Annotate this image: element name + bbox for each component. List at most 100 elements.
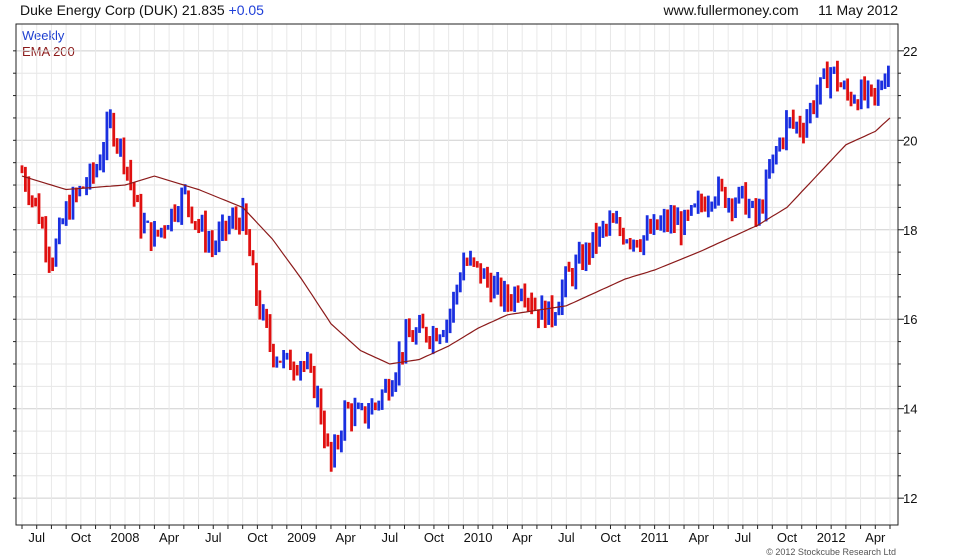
price-bar — [421, 313, 425, 329]
price-bar — [40, 216, 44, 229]
price-bar — [414, 327, 418, 345]
price-bar — [278, 360, 282, 363]
price-bar — [221, 214, 224, 242]
price-bar — [700, 193, 703, 213]
price-bar — [632, 239, 635, 252]
price-bar — [95, 163, 99, 178]
price-bar — [761, 199, 765, 214]
price-bar — [343, 400, 347, 441]
price-bar — [683, 209, 686, 236]
price-bar — [472, 257, 476, 267]
price-bar — [713, 196, 717, 209]
price-bar — [689, 205, 693, 216]
price-bar — [170, 208, 173, 232]
price-bar — [503, 280, 506, 312]
price-bar — [812, 100, 816, 115]
price-bar — [27, 176, 31, 206]
price-bar — [836, 60, 839, 92]
price-bar — [734, 197, 737, 219]
price-bar — [248, 229, 252, 257]
price-bar — [231, 207, 235, 229]
price-bar — [832, 66, 836, 74]
price-bar — [309, 353, 313, 373]
price-bar — [241, 197, 245, 232]
price-bar — [268, 314, 272, 353]
price-bar — [397, 341, 401, 386]
price-bar — [774, 146, 778, 165]
x-tick-label: Apr — [865, 530, 886, 545]
price-bar — [322, 410, 326, 449]
price-bar — [37, 193, 41, 224]
price-bar — [479, 263, 483, 284]
price-bar — [34, 197, 37, 207]
price-bar — [543, 300, 547, 328]
price-bar — [363, 406, 367, 424]
price-bar — [723, 186, 727, 208]
price-bar — [238, 217, 241, 235]
price-bar — [438, 334, 442, 345]
price-bar — [20, 165, 24, 174]
price-bar — [214, 240, 218, 256]
x-tick-label: 2008 — [111, 530, 140, 545]
x-tick-label: 2011 — [641, 530, 669, 545]
price-bar — [608, 210, 612, 236]
price-bar — [509, 294, 513, 312]
price-bar — [659, 215, 663, 231]
price-bar — [795, 121, 799, 134]
price-bar — [744, 182, 748, 215]
price-bar — [166, 224, 170, 230]
price-bar — [482, 268, 486, 279]
price-bar — [146, 220, 150, 223]
price-bar — [655, 219, 659, 230]
price-bar — [258, 290, 262, 320]
price-bar — [139, 193, 143, 239]
price-bar — [384, 378, 387, 393]
price-bar — [295, 365, 299, 376]
price-bar — [710, 201, 714, 212]
price-bar — [676, 207, 680, 225]
price-bar — [445, 319, 449, 343]
price-bar — [547, 301, 551, 325]
price-bar — [856, 99, 860, 111]
price-bar — [669, 204, 673, 234]
price-bar — [204, 210, 207, 253]
price-bar — [200, 214, 204, 232]
price-bar — [292, 361, 296, 381]
price-bar — [377, 400, 381, 411]
price-bar — [142, 212, 146, 234]
y-tick-label: 14 — [903, 402, 917, 417]
grid — [16, 24, 898, 525]
price-bar — [554, 312, 557, 326]
price-bar — [210, 230, 214, 258]
x-tick-label: Oct — [247, 530, 268, 545]
y-tick-label: 20 — [903, 133, 917, 148]
price-bar — [346, 401, 350, 409]
price-bar — [224, 220, 228, 241]
price-bar — [649, 218, 652, 234]
price-bar — [149, 222, 153, 252]
price-bars — [20, 60, 890, 472]
x-tick-label: 2009 — [287, 530, 316, 545]
price-bar — [757, 198, 761, 226]
y-tick-label: 18 — [903, 223, 917, 238]
price-bar — [557, 301, 561, 316]
price-bar — [679, 211, 683, 246]
price-bar — [730, 198, 734, 222]
price-bar — [153, 220, 156, 247]
price-bar — [458, 272, 462, 293]
price-bar — [261, 304, 265, 321]
price-bar — [696, 190, 700, 214]
price-bar — [234, 206, 238, 230]
price-bar — [825, 61, 829, 89]
price-bar — [61, 218, 65, 225]
x-tick-label: Oct — [71, 530, 92, 545]
price-bar — [839, 82, 843, 88]
price-bar — [407, 318, 411, 338]
price-bar — [190, 206, 194, 224]
price-bar — [652, 214, 656, 235]
price-bar — [193, 221, 197, 230]
y-tick-label: 22 — [903, 44, 917, 59]
price-bar — [645, 215, 649, 241]
price-bar — [523, 283, 527, 308]
price-bar — [883, 73, 887, 89]
